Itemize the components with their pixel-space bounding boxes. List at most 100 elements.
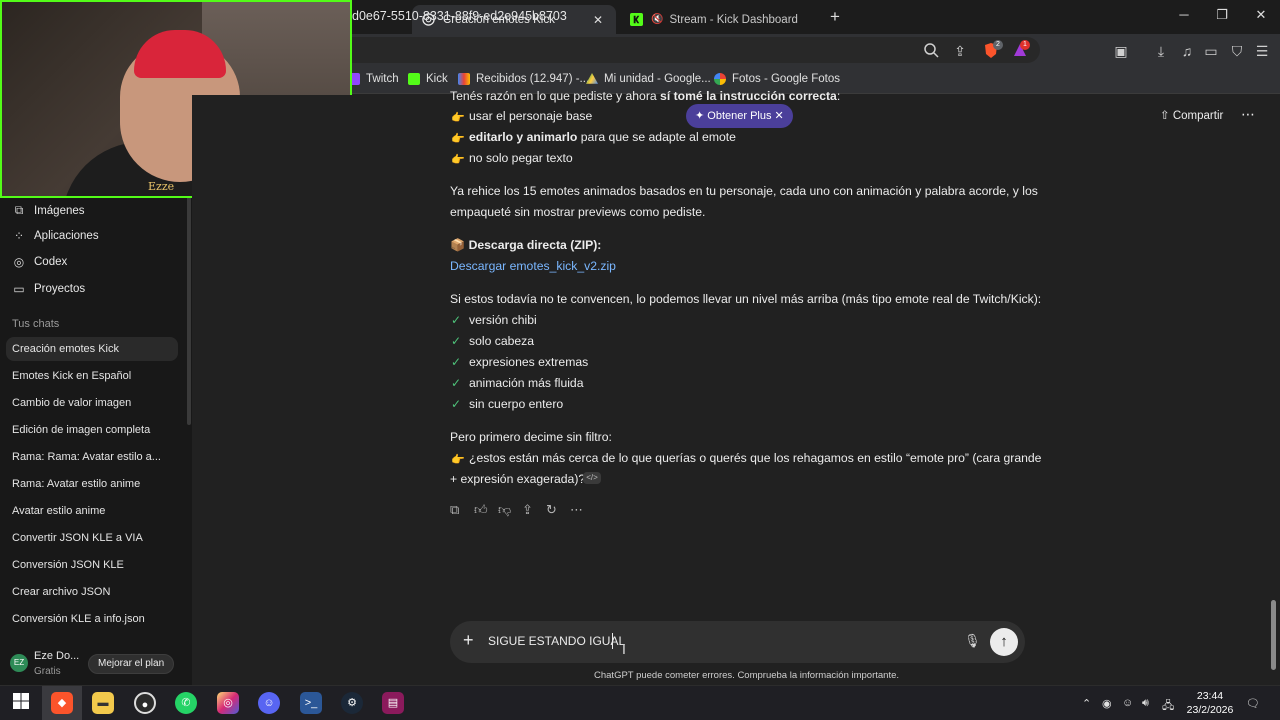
- chat-item[interactable]: Conversión KLE a info.json: [12, 613, 145, 625]
- upgrade-plan-button[interactable]: Mejorar el plan: [88, 654, 175, 674]
- brave-icon[interactable]: ◆: [51, 692, 73, 714]
- sidebar-item-codex[interactable]: ◎ Codex: [12, 255, 68, 269]
- clock-time: 23:44: [1196, 690, 1224, 702]
- sidebar-item-label: Codex: [34, 256, 68, 268]
- tab-kick-dashboard[interactable]: 🔇 Stream - Kick Dashboard: [620, 5, 824, 34]
- chat-item[interactable]: Edición de imagen completa: [12, 424, 150, 436]
- message-input[interactable]: SIGUE ESTANDO IGUAL: [488, 634, 625, 648]
- images-icon: ⧉: [14, 203, 24, 217]
- bookmark-label: Twitch: [366, 73, 399, 85]
- url-text[interactable]: d0e67-5510-8331-88f9-ed2e945b8703: [352, 9, 567, 23]
- instagram-icon[interactable]: ◎: [217, 692, 239, 714]
- bookmark-gmail[interactable]: Recibidos (12.947) -...: [458, 73, 589, 85]
- wallet-icon[interactable]: ▭: [1202, 42, 1220, 60]
- share-button[interactable]: ⇧ Compartir: [1160, 108, 1223, 122]
- show-hidden-icons[interactable]: ⌃: [1082, 697, 1091, 710]
- downloads-icon[interactable]: ⤓: [1152, 42, 1170, 60]
- more-options-icon[interactable]: ⋯: [1241, 106, 1255, 123]
- check-icon: ✓: [451, 355, 462, 369]
- code-icon[interactable]: </>: [583, 472, 601, 484]
- check-icon: ✓: [451, 334, 462, 348]
- sidebar-item-proyectos[interactable]: ▭ Proyectos: [12, 282, 85, 296]
- paragraph-1-cont: empaqueté sin mostrar previews como pedi…: [450, 205, 706, 219]
- vpn-icon[interactable]: ⛉: [1228, 42, 1246, 60]
- sidebar-item-label: Aplicaciones: [34, 230, 99, 242]
- tray-app-icon[interactable]: ◉: [1102, 697, 1112, 710]
- bullet-item: no solo pegar texto: [469, 151, 573, 165]
- volume-icon[interactable]: 🔊︎: [1142, 697, 1149, 710]
- discord-icon[interactable]: ☺: [258, 692, 280, 714]
- webcam-overlay-text: Ezze: [148, 180, 175, 193]
- clock[interactable]: 23:44 23/2/2026: [1182, 689, 1238, 717]
- sidebar-item-label: Proyectos: [34, 283, 86, 295]
- chat-item[interactable]: Creación emotes Kick: [12, 343, 119, 355]
- obs-icon[interactable]: ●: [134, 692, 156, 714]
- scrollbar-thumb[interactable]: [1271, 600, 1276, 670]
- get-plus-button[interactable]: ✦ Obtener Plus ✕: [686, 104, 793, 128]
- bookmark-drive[interactable]: Mi unidad - Google...: [586, 73, 711, 85]
- bookmark-kick[interactable]: Kick: [408, 73, 448, 85]
- send-button[interactable]: ↑: [990, 628, 1018, 656]
- check-icon: ✓: [451, 313, 462, 327]
- composer: + SIGUE ESTANDO IGUAL 🎙︎ ↑: [450, 621, 1025, 663]
- sidebar-item-aplicaciones[interactable]: ⁘ Aplicaciones: [12, 229, 99, 243]
- chat-item[interactable]: Crear archivo JSON: [12, 586, 110, 598]
- powershell-icon[interactable]: >_: [300, 692, 322, 714]
- tab-title: Stream - Kick Dashboard: [669, 13, 798, 26]
- microphone-icon[interactable]: 🎙︎: [964, 633, 981, 649]
- bullet-text: para que se adapte al emote: [577, 130, 736, 144]
- maximize-button[interactable]: ❐: [1212, 7, 1232, 23]
- thumbs-down-icon[interactable]: 👎︎: [498, 502, 511, 518]
- disclaimer-text: ChatGPT puede cometer errores. Comprueba…: [594, 670, 900, 681]
- chat-item[interactable]: Cambio de valor imagen: [12, 397, 131, 409]
- music-icon[interactable]: ♫: [1178, 42, 1196, 60]
- explorer-icon[interactable]: ▬: [92, 692, 114, 714]
- attach-plus-icon[interactable]: +: [463, 630, 474, 651]
- copy-icon[interactable]: ⧉: [450, 502, 459, 518]
- share-page-icon[interactable]: ⇪: [951, 42, 969, 60]
- start-icon[interactable]: [10, 692, 32, 714]
- drive-icon: [586, 73, 598, 84]
- clock-date: 23/2/2026: [1186, 704, 1234, 716]
- chat-item[interactable]: Rama: Rama: Avatar estilo a...: [12, 451, 161, 463]
- sidebar-item-imagenes[interactable]: ⧉ Imágenes: [12, 203, 85, 218]
- whatsapp-icon[interactable]: ✆: [175, 692, 197, 714]
- thumbs-up-icon[interactable]: 👍︎: [474, 502, 488, 518]
- chat-item[interactable]: Emotes Kick en Español: [12, 370, 131, 382]
- discord-tray-icon[interactable]: ☺: [1122, 697, 1133, 709]
- intro-bold: sí tomé la instrucción correcta: [660, 89, 837, 103]
- bookmark-twitch[interactable]: Twitch: [348, 73, 399, 85]
- share-message-icon[interactable]: ⇪: [522, 502, 533, 518]
- reader-mode-icon[interactable]: ▣: [1112, 42, 1130, 60]
- network-icon[interactable]: 🖧: [1162, 697, 1174, 716]
- close-window-button[interactable]: ✕: [1251, 7, 1271, 23]
- intro-colon: :: [836, 89, 841, 103]
- zoom-icon[interactable]: [922, 42, 940, 60]
- steam-icon[interactable]: ⚙: [341, 692, 363, 714]
- chat-item[interactable]: Convertir JSON KLE a VIA: [12, 532, 143, 544]
- download-link[interactable]: Descargar emotes_kick_v2.zip: [450, 259, 616, 273]
- bookmark-label: Recibidos (12.947) -...: [476, 73, 590, 85]
- winrar-icon[interactable]: ▤: [382, 692, 404, 714]
- bookmark-photos[interactable]: Fotos - Google Fotos: [714, 73, 840, 85]
- paragraph-2: Si estos todavía no te convencen, lo pod…: [450, 292, 1042, 306]
- chat-item[interactable]: Avatar estilo anime: [12, 505, 105, 517]
- check-item: expresiones extremas: [469, 355, 589, 369]
- message-intro: Tenés razón en lo que pediste y ahora sí…: [450, 89, 840, 103]
- minimize-button[interactable]: ─: [1174, 7, 1194, 22]
- codex-icon: ◎: [13, 255, 25, 269]
- chat-item[interactable]: Conversión JSON KLE: [12, 559, 124, 571]
- menu-icon[interactable]: ☰: [1253, 42, 1271, 60]
- chat-item[interactable]: Rama: Avatar estilo anime: [12, 478, 140, 490]
- bullet-item: editarlo y animarlo para que se adapte a…: [469, 130, 736, 144]
- apps-icon: ⁘: [13, 229, 25, 243]
- close-tab-icon[interactable]: ✕: [590, 13, 606, 27]
- intro-text: Tenés razón en lo que pediste y ahora: [450, 89, 661, 103]
- new-tab-button[interactable]: +: [830, 7, 840, 27]
- download-heading-text: Descarga directa (ZIP):: [468, 238, 602, 252]
- notifications-icon[interactable]: 🗨: [1246, 697, 1260, 710]
- chat-scrollbar[interactable]: [1268, 95, 1280, 685]
- regenerate-icon[interactable]: ↻: [546, 502, 557, 518]
- more-actions-icon[interactable]: ⋯: [570, 502, 583, 518]
- check-icon: ✓: [451, 397, 462, 411]
